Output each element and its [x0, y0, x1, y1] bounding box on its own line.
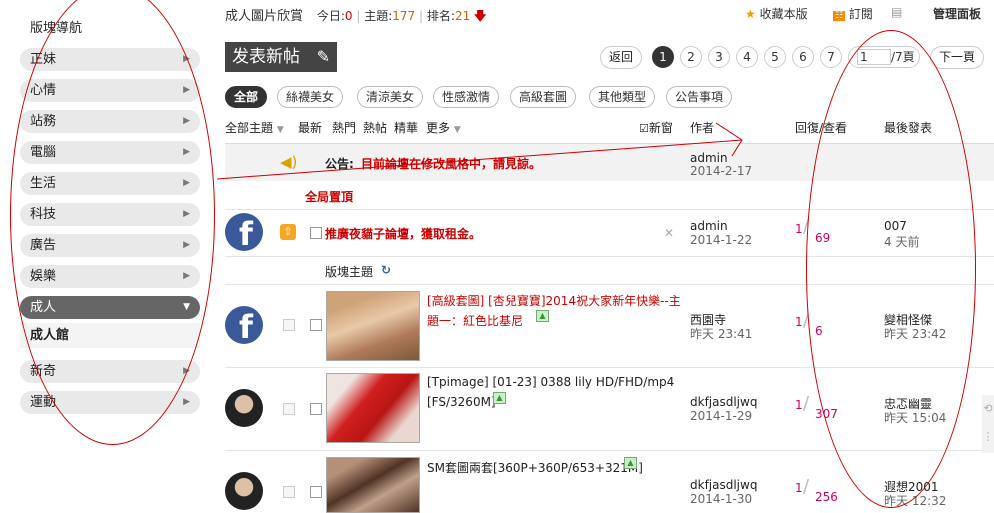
grid-icon[interactable]: ⋮: [982, 423, 994, 451]
thread-thumbnail[interactable]: [326, 373, 420, 443]
sticky-date: 2014-1-22: [690, 233, 753, 247]
thread-thumbnail[interactable]: [326, 291, 420, 361]
thread-date: 2014-1-29: [690, 409, 753, 423]
pin-up-icon: ⇧: [280, 224, 296, 240]
thread-checkbox[interactable]: [310, 403, 322, 415]
thread-thumbnail[interactable]: [326, 457, 420, 513]
thread-title-line1[interactable]: SM套圖兩套[360P+360P/653+321M]: [427, 459, 643, 476]
image-icon: ▲: [493, 392, 506, 404]
thread-checkbox[interactable]: [310, 319, 322, 331]
avatar[interactable]: [225, 306, 263, 344]
thread-author[interactable]: dkfjasdljwq: [690, 395, 757, 409]
sticky-replies: 1: [795, 222, 803, 236]
divider-slash: /: [803, 393, 810, 414]
thread-replies: 1: [795, 315, 803, 329]
sticky-author[interactable]: admin: [690, 219, 728, 233]
checkbox-unread[interactable]: [283, 319, 295, 331]
avatar[interactable]: [225, 472, 263, 510]
refresh-icon[interactable]: ↻: [381, 263, 391, 277]
thread-title-line2[interactable]: 題一：紅色比基尼: [427, 312, 523, 329]
thread-date: 2014-1-30: [690, 492, 753, 506]
image-icon: ▲: [536, 310, 549, 322]
thread-views: 256: [815, 490, 838, 504]
thread-checkbox[interactable]: [310, 227, 322, 239]
thread-title-line1[interactable]: [Tpimage] [01-23] 0388 lily HD/FHD/mp4: [427, 375, 674, 389]
side-tools: ⟲ ⋮: [982, 395, 994, 453]
thread-date: 昨天 23:41: [690, 327, 753, 341]
avatar[interactable]: [225, 213, 263, 251]
scroll-top-icon[interactable]: ⟲: [982, 395, 994, 423]
thread-checkbox[interactable]: [310, 486, 322, 498]
global-sticky-label: 全局置頂: [305, 190, 354, 204]
sticky-title[interactable]: 推廣夜貓子論壇，獲取租金。: [325, 225, 481, 242]
section-label: 版塊主題: [325, 265, 374, 279]
thread-title-line1[interactable]: [高級套圖] [杏兒寶寶]2014祝大家新年快樂--主: [427, 292, 681, 309]
annotation-ellipse: [806, 30, 976, 508]
checkbox-unread[interactable]: [283, 486, 295, 498]
avatar[interactable]: [225, 389, 263, 427]
thread-title-line2[interactable]: [FS/3260M]: [427, 395, 496, 409]
divider-slash: /: [803, 476, 810, 497]
checkbox-unread[interactable]: [283, 403, 295, 415]
thread-author[interactable]: dkfjasdljwq: [690, 478, 757, 492]
thread-replies: 1: [795, 398, 803, 412]
close-icon[interactable]: ✕: [664, 226, 674, 240]
image-icon: ▲: [624, 457, 637, 469]
thread-replies: 1: [795, 481, 803, 495]
